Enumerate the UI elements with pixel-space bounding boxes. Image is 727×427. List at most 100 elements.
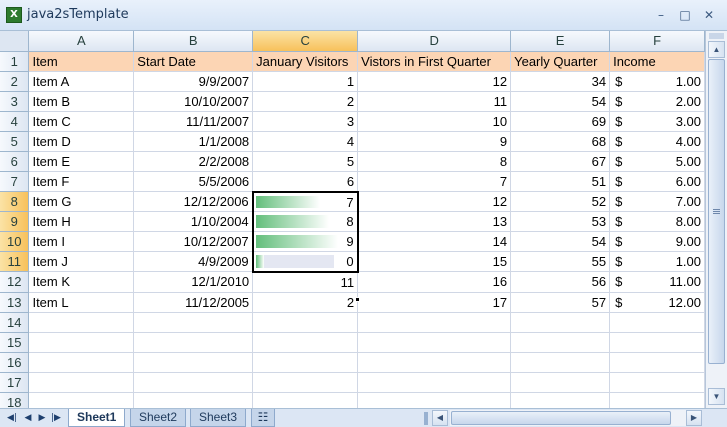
cell-income[interactable]: $5.00 (609, 151, 705, 172)
row-header[interactable]: 16 (0, 352, 30, 373)
next-sheet-icon[interactable]: ▶ (36, 411, 48, 425)
cell-first-quarter[interactable]: 11 (357, 91, 512, 112)
scroll-up-icon[interactable]: ▲ (708, 41, 725, 58)
row-header[interactable]: 13 (0, 292, 30, 313)
cell-item[interactable]: Item K (28, 271, 135, 293)
empty-cell[interactable] (510, 352, 611, 373)
data-bar-cell[interactable]: 7 (251, 190, 359, 212)
tab-sheet3[interactable]: Sheet3 (190, 409, 247, 427)
cell-yearly-quarter[interactable]: 54 (510, 231, 611, 252)
row-header[interactable]: 17 (0, 372, 30, 393)
row-header[interactable]: 2 (0, 71, 30, 92)
row-header[interactable]: 1 (0, 51, 30, 72)
cell-start-date[interactable]: 11/12/2005 (133, 292, 254, 313)
empty-cell[interactable] (357, 352, 512, 373)
tab-sheet2[interactable]: Sheet2 (130, 409, 187, 427)
prev-sheet-icon[interactable]: ◀ (22, 411, 34, 425)
cell-item[interactable]: Item L (28, 292, 135, 313)
cell-yearly-quarter[interactable]: 68 (510, 131, 611, 152)
empty-cell[interactable] (357, 392, 512, 408)
header-cell-income[interactable]: Income (609, 51, 705, 72)
empty-cell[interactable] (133, 392, 254, 408)
horizontal-scroll-thumb[interactable] (451, 411, 671, 425)
cell-first-quarter[interactable]: 12 (357, 71, 512, 92)
row-header[interactable]: 18 (0, 392, 30, 408)
cell-income[interactable]: $12.00 (609, 292, 705, 313)
cell-income[interactable]: $1.00 (609, 71, 705, 92)
empty-cell[interactable] (252, 392, 359, 408)
cell-item[interactable]: Item E (28, 151, 135, 172)
worksheet-grid[interactable]: A B C D E F 1 Item Start Date January Vi… (0, 31, 705, 408)
vertical-scroll-thumb[interactable] (708, 59, 725, 364)
column-header-e[interactable]: E (510, 31, 611, 52)
cell-start-date[interactable]: 12/1/2010 (133, 271, 254, 293)
empty-cell[interactable] (510, 392, 611, 408)
cell-start-date[interactable]: 11/11/2007 (133, 111, 254, 132)
empty-cell[interactable] (28, 332, 135, 353)
cell-first-quarter[interactable]: 7 (357, 171, 512, 192)
cell-start-date[interactable]: 5/5/2006 (133, 171, 254, 192)
scroll-down-icon[interactable]: ▼ (708, 388, 725, 405)
split-box[interactable] (709, 33, 724, 39)
cell-first-quarter[interactable]: 17 (357, 292, 512, 313)
data-bar-cell[interactable]: 0 (251, 251, 359, 273)
excel-icon[interactable]: X (6, 7, 22, 23)
empty-cell[interactable] (28, 312, 135, 333)
empty-cell[interactable] (609, 372, 705, 393)
cell-yearly-quarter[interactable]: 52 (510, 191, 611, 212)
empty-cell[interactable] (252, 312, 359, 333)
cell-january-visitors[interactable]: 3 (252, 111, 359, 132)
cell-start-date[interactable]: 2/2/2008 (133, 151, 254, 172)
cell-january-visitors[interactable]: 11 (252, 271, 359, 293)
minimize-icon[interactable]: – (650, 6, 672, 24)
cell-start-date[interactable]: 4/9/2009 (133, 251, 254, 272)
cell-first-quarter[interactable]: 13 (357, 211, 512, 232)
column-header-c[interactable]: C (252, 31, 359, 52)
empty-cell[interactable] (28, 372, 135, 393)
insert-sheet-icon[interactable]: ☷ (251, 409, 275, 427)
cell-start-date[interactable]: 10/12/2007 (133, 231, 254, 252)
empty-cell[interactable] (133, 352, 254, 373)
row-header[interactable]: 12 (0, 271, 30, 293)
empty-cell[interactable] (510, 312, 611, 333)
cell-first-quarter[interactable]: 9 (357, 131, 512, 152)
cell-first-quarter[interactable]: 14 (357, 231, 512, 252)
cell-yearly-quarter[interactable]: 51 (510, 171, 611, 192)
cell-yearly-quarter[interactable]: 34 (510, 71, 611, 92)
column-header-b[interactable]: B (133, 31, 254, 52)
close-icon[interactable]: ✕ (698, 6, 720, 24)
select-all-corner[interactable] (0, 31, 30, 52)
empty-cell[interactable] (357, 372, 512, 393)
cell-yearly-quarter[interactable]: 56 (510, 271, 611, 293)
header-cell-start-date[interactable]: Start Date (133, 51, 254, 72)
column-header-d[interactable]: D (357, 31, 512, 52)
cell-item[interactable]: Item F (28, 171, 135, 192)
cell-item[interactable]: Item G (28, 191, 135, 212)
cell-first-quarter[interactable]: 16 (357, 271, 512, 293)
cell-start-date[interactable]: 12/12/2006 (133, 191, 254, 212)
cell-yearly-quarter[interactable]: 54 (510, 91, 611, 112)
row-header[interactable]: 10 (0, 231, 30, 252)
empty-cell[interactable] (252, 372, 359, 393)
row-header[interactable]: 15 (0, 332, 30, 353)
column-header-f[interactable]: F (609, 31, 705, 52)
empty-cell[interactable] (133, 332, 254, 353)
cell-start-date[interactable]: 9/9/2007 (133, 71, 254, 92)
cell-income[interactable]: $3.00 (609, 111, 705, 132)
restore-icon[interactable]: □ (674, 6, 696, 24)
row-header[interactable]: 7 (0, 171, 30, 192)
empty-cell[interactable] (609, 332, 705, 353)
header-cell-first-quarter[interactable]: Vistors in First Quarter (357, 51, 512, 72)
cell-first-quarter[interactable]: 15 (357, 251, 512, 272)
empty-cell[interactable] (510, 332, 611, 353)
cell-item[interactable]: Item C (28, 111, 135, 132)
empty-cell[interactable] (609, 312, 705, 333)
row-header[interactable]: 5 (0, 131, 30, 152)
cell-income[interactable]: $4.00 (609, 131, 705, 152)
cell-item[interactable]: Item B (28, 91, 135, 112)
cell-start-date[interactable]: 1/1/2008 (133, 131, 254, 152)
cell-item[interactable]: Item J (28, 251, 135, 272)
first-sheet-icon[interactable]: ◀| (6, 411, 18, 425)
cell-january-visitors[interactable]: 2 (252, 292, 359, 313)
column-header-a[interactable]: A (28, 31, 135, 52)
